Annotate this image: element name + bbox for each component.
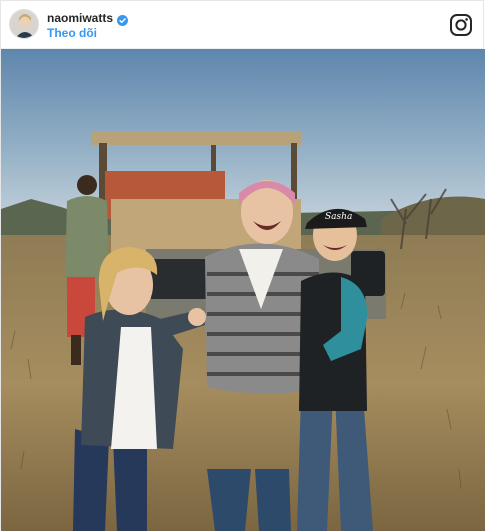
post-photo[interactable]: Sasha: [1, 49, 485, 531]
verified-badge-icon: [117, 13, 129, 26]
username-row: naomiwatts: [47, 11, 129, 26]
profile-avatar[interactable]: [9, 9, 39, 39]
username-link[interactable]: naomiwatts: [47, 11, 113, 25]
instagram-post-embed: naomiwatts Theo dõi Sasha: [0, 0, 485, 531]
follow-button[interactable]: Theo dõi: [47, 26, 97, 40]
instagram-icon[interactable]: [449, 13, 473, 37]
cap-text: Sasha: [325, 212, 352, 222]
post-header: naomiwatts Theo dõi: [1, 1, 483, 49]
